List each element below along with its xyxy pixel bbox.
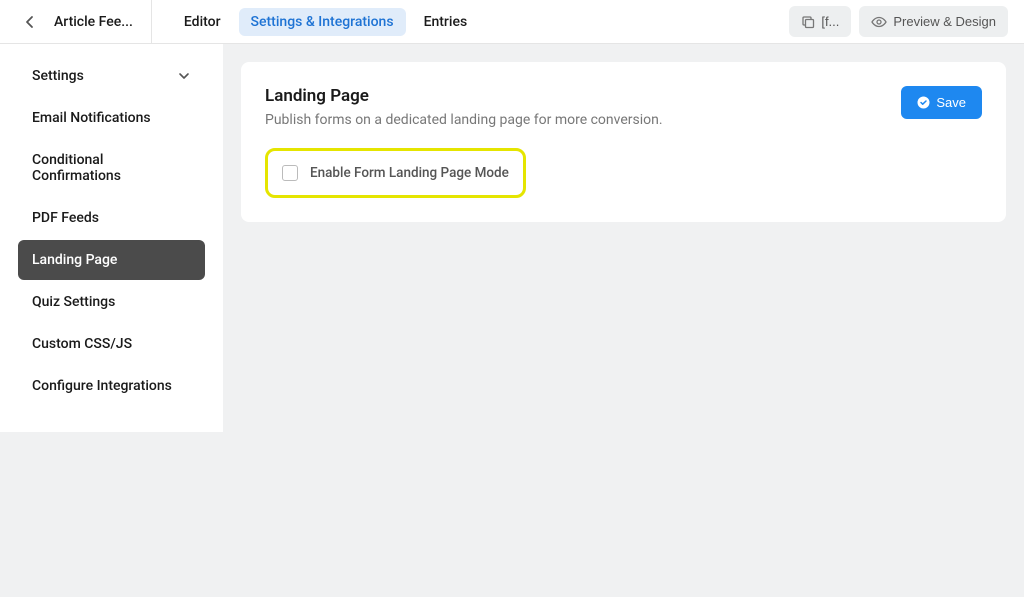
content-wrapper: Settings Email Notifications Conditional… bbox=[0, 44, 1024, 597]
page-title: Landing Page bbox=[265, 86, 663, 106]
copy-icon bbox=[801, 15, 815, 29]
nav-tabs: Editor Settings & Integrations Entries bbox=[172, 8, 479, 36]
save-button[interactable]: Save bbox=[901, 86, 982, 119]
sidebar-item-custom-css-js[interactable]: Custom CSS/JS bbox=[18, 324, 205, 364]
header-right: [f... Preview & Design bbox=[789, 6, 1008, 37]
landing-page-card: Landing Page Publish forms on a dedicate… bbox=[241, 62, 1006, 222]
sidebar-item-landing-page[interactable]: Landing Page bbox=[18, 240, 205, 280]
chevron-left-icon bbox=[25, 15, 35, 29]
duplicate-label: [f... bbox=[821, 14, 839, 29]
card-header: Landing Page Publish forms on a dedicate… bbox=[265, 86, 982, 128]
sidebar: Settings Email Notifications Conditional… bbox=[0, 44, 223, 432]
enable-landing-page-row: Enable Form Landing Page Mode bbox=[265, 148, 526, 198]
sidebar-item-label: Conditional Confirmations bbox=[32, 152, 191, 184]
page-subtitle: Publish forms on a dedicated landing pag… bbox=[265, 112, 663, 128]
main-content: Landing Page Publish forms on a dedicate… bbox=[223, 44, 1024, 597]
enable-landing-page-label: Enable Form Landing Page Mode bbox=[310, 165, 509, 181]
preview-design-button[interactable]: Preview & Design bbox=[859, 6, 1008, 37]
sidebar-item-email-notifications[interactable]: Email Notifications bbox=[18, 98, 205, 138]
sidebar-item-label: PDF Feeds bbox=[32, 210, 99, 226]
sidebar-item-label: Email Notifications bbox=[32, 110, 151, 126]
breadcrumb[interactable]: Article Fee... bbox=[44, 0, 152, 44]
sidebar-item-label: Configure Integrations bbox=[32, 378, 172, 394]
sidebar-item-settings[interactable]: Settings bbox=[18, 56, 205, 96]
sidebar-item-pdf-feeds[interactable]: PDF Feeds bbox=[18, 198, 205, 238]
duplicate-button[interactable]: [f... bbox=[789, 6, 851, 37]
tab-settings-integrations[interactable]: Settings & Integrations bbox=[239, 8, 406, 36]
preview-label: Preview & Design bbox=[893, 14, 996, 29]
header: Article Fee... Editor Settings & Integra… bbox=[0, 0, 1024, 44]
sidebar-item-conditional-confirmations[interactable]: Conditional Confirmations bbox=[18, 140, 205, 196]
eye-icon bbox=[871, 16, 887, 28]
card-header-text: Landing Page Publish forms on a dedicate… bbox=[265, 86, 663, 128]
tab-entries[interactable]: Entries bbox=[412, 8, 480, 36]
back-button[interactable] bbox=[16, 8, 44, 36]
sidebar-item-configure-integrations[interactable]: Configure Integrations bbox=[18, 366, 205, 406]
header-left: Article Fee... Editor Settings & Integra… bbox=[16, 0, 479, 44]
tab-editor[interactable]: Editor bbox=[172, 8, 233, 36]
sidebar-item-label: Landing Page bbox=[32, 252, 117, 268]
enable-landing-page-checkbox[interactable] bbox=[282, 165, 298, 181]
save-label: Save bbox=[936, 95, 966, 110]
sidebar-item-label: Custom CSS/JS bbox=[32, 336, 132, 352]
sidebar-item-label: Settings bbox=[32, 68, 84, 84]
chevron-down-icon bbox=[177, 69, 191, 83]
check-circle-icon bbox=[917, 96, 930, 109]
sidebar-item-quiz-settings[interactable]: Quiz Settings bbox=[18, 282, 205, 322]
sidebar-item-label: Quiz Settings bbox=[32, 294, 115, 310]
